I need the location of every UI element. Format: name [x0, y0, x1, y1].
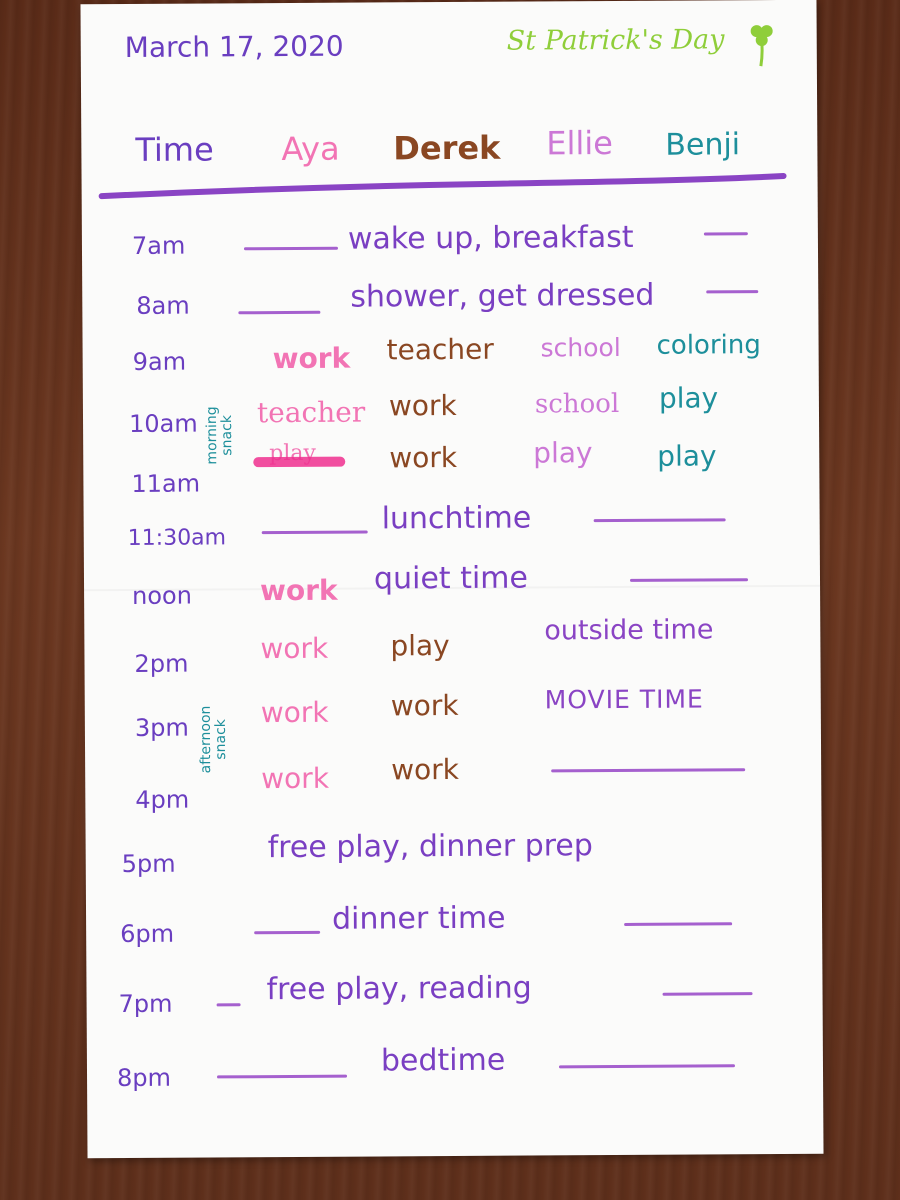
row-activity: lunchtime — [381, 500, 532, 537]
row-time: 11:30am — [127, 525, 227, 551]
derek-cell: work — [388, 388, 457, 423]
row-dash — [254, 930, 321, 935]
aya-cell: work — [260, 631, 329, 666]
row-dash — [703, 232, 748, 236]
row-dash — [593, 518, 726, 523]
row-activity: free play, reading — [266, 970, 532, 1008]
row-time: noon — [132, 581, 192, 610]
strike-through-mark — [253, 456, 346, 468]
shared-activity: quiet time — [373, 560, 529, 597]
row-dash — [662, 992, 753, 996]
column-heading-benji: Benji — [665, 127, 741, 163]
row-activity: free play, dinner prep — [267, 828, 593, 866]
ellie-cell: school — [534, 388, 620, 420]
row-dash — [238, 310, 321, 315]
shared-activity: MOVIE TIME — [544, 684, 704, 715]
row-time: 7am — [131, 231, 186, 260]
row-dash — [217, 1074, 348, 1079]
row-activity: wake up, breakfast — [347, 219, 634, 257]
derek-cell: work — [390, 688, 459, 723]
column-heading-aya: Aya — [281, 129, 340, 169]
aya-cell: work — [259, 573, 338, 608]
row-dash — [216, 1003, 241, 1007]
column-heading-ellie: Ellie — [546, 124, 614, 163]
row-dash — [243, 246, 338, 251]
column-heading-time: Time — [135, 130, 214, 169]
derek-cell: work — [391, 752, 460, 787]
row-dash — [630, 578, 749, 582]
aya-cell: teacher — [256, 395, 366, 430]
row-time: 2pm — [134, 649, 189, 678]
morning-snack-note: morning snack — [203, 406, 235, 465]
benji-cell: play — [657, 439, 717, 473]
row-time: 6pm — [120, 919, 175, 949]
derek-cell: work — [389, 440, 458, 475]
row-time: 9am — [132, 347, 187, 376]
ellie-cell: school — [540, 332, 621, 363]
schedule-paper: March 17, 2020 St Patrick's Day Time Aya… — [80, 0, 824, 1159]
row-activity: bedtime — [380, 1042, 506, 1079]
benji-cell: play — [658, 381, 719, 415]
row-time: 5pm — [121, 849, 176, 879]
row-time: 3pm — [134, 713, 189, 742]
shared-activity: outside time — [544, 614, 714, 647]
row-time: 8am — [136, 291, 190, 320]
derek-cell: teacher — [386, 332, 494, 367]
photo-background: { "header": { "date": "March 17, 2020", … — [0, 0, 900, 1200]
ellie-cell: play — [533, 436, 593, 470]
row-time: 7pm — [118, 989, 173, 1019]
row-time: 4pm — [135, 785, 190, 814]
row-activity: shower, get dressed — [350, 277, 655, 315]
row-time: 10am — [128, 409, 198, 438]
row-dash — [551, 768, 746, 773]
aya-cell: work — [260, 695, 329, 730]
schedule-occasion: St Patrick's Day — [506, 24, 725, 57]
shamrock-icon — [750, 25, 773, 67]
derek-cell: play — [390, 629, 450, 663]
schedule-date: March 17, 2020 — [124, 29, 344, 64]
aya-cell: work — [272, 341, 351, 376]
row-dash — [706, 290, 759, 294]
aya-cell: work — [261, 761, 330, 796]
row-dash — [558, 1064, 735, 1069]
row-dash — [624, 922, 733, 926]
benji-cell: coloring — [656, 330, 761, 361]
row-time: 11am — [131, 469, 201, 498]
row-dash — [261, 530, 368, 535]
column-heading-derek: Derek — [393, 128, 501, 168]
afternoon-snack-note: afternoon snack — [197, 705, 229, 774]
row-activity: dinner time — [331, 900, 506, 937]
header-divider — [98, 172, 787, 200]
row-time: 8pm — [116, 1063, 172, 1093]
